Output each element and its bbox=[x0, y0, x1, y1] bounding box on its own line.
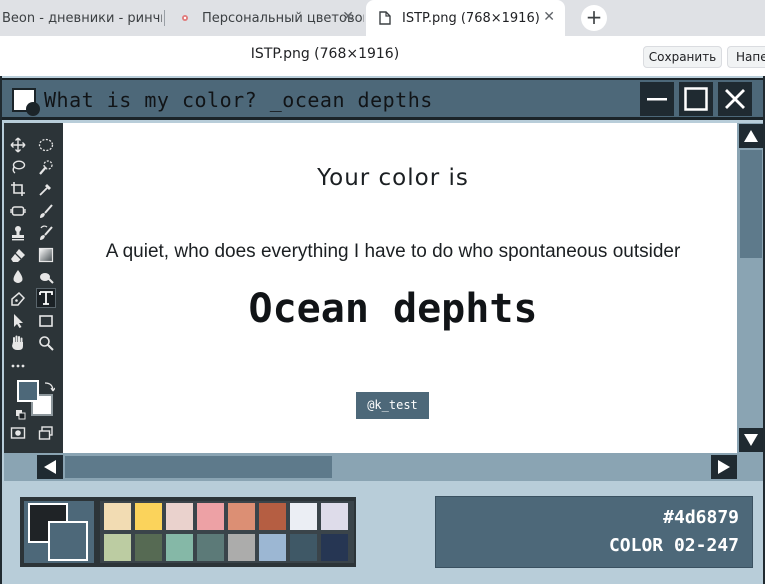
marquee-icon[interactable] bbox=[36, 135, 56, 155]
result-heading: Your color is bbox=[317, 165, 469, 191]
palette-swatch[interactable] bbox=[259, 534, 286, 561]
palette-swatch[interactable] bbox=[166, 534, 193, 561]
maximize-button[interactable] bbox=[679, 82, 713, 116]
minimize-icon bbox=[647, 98, 667, 101]
palette-swatch[interactable] bbox=[321, 534, 348, 561]
palette-swatch[interactable] bbox=[290, 503, 317, 530]
palette-swatch[interactable] bbox=[228, 503, 255, 530]
palette-swatch[interactable] bbox=[228, 534, 255, 561]
hand-icon[interactable] bbox=[8, 333, 28, 353]
triangle-up-icon bbox=[744, 130, 758, 142]
palette-swatch[interactable] bbox=[290, 534, 317, 561]
quick-select-icon[interactable] bbox=[36, 157, 56, 177]
triangle-down-icon bbox=[744, 434, 758, 446]
image-file-title: ISTP.png (768×1916) bbox=[250, 46, 400, 62]
site-favicon-icon bbox=[178, 11, 192, 25]
tab-title: Beon - дневники - ринчик bbox=[2, 10, 162, 26]
close-icon[interactable]: ✕ bbox=[543, 9, 555, 25]
personality-description: A quiet, who does everything I have to d… bbox=[105, 241, 681, 262]
frame-icon[interactable] bbox=[8, 201, 28, 221]
background-swatch[interactable] bbox=[48, 521, 88, 561]
save-button[interactable]: Сохранить bbox=[643, 46, 722, 68]
palette-swatch[interactable] bbox=[321, 503, 348, 530]
path-select-icon[interactable] bbox=[8, 311, 28, 331]
triangle-right-icon bbox=[718, 460, 730, 474]
palette-swatch[interactable] bbox=[166, 503, 193, 530]
crop-icon[interactable] bbox=[8, 179, 28, 199]
gradient-icon[interactable] bbox=[36, 245, 56, 265]
document-icon bbox=[12, 88, 40, 116]
tab-personal-color[interactable]: Персональный цветовой т ✕ bbox=[166, 0, 364, 36]
brush-icon[interactable] bbox=[36, 201, 56, 221]
scroll-up-button[interactable] bbox=[739, 124, 763, 148]
palette-swatch[interactable] bbox=[135, 503, 162, 530]
palette-swatch[interactable] bbox=[197, 534, 224, 561]
blur-icon[interactable] bbox=[8, 267, 28, 287]
zoom-icon[interactable] bbox=[36, 333, 56, 353]
palette-swatch[interactable] bbox=[104, 503, 131, 530]
close-button[interactable] bbox=[718, 82, 752, 116]
horizontal-scroll-thumb[interactable] bbox=[65, 456, 332, 478]
close-icon bbox=[725, 89, 745, 109]
more-tools-icon[interactable] bbox=[8, 355, 28, 375]
color-code: COLOR 02-247 bbox=[608, 535, 739, 556]
type-tool-icon[interactable] bbox=[36, 288, 56, 308]
palette-swatch[interactable] bbox=[135, 534, 162, 561]
move-tool-icon[interactable] bbox=[8, 135, 28, 155]
hex-code: #4d6879 bbox=[663, 507, 739, 528]
eyedropper-icon[interactable] bbox=[36, 179, 56, 199]
tab-beon[interactable]: Beon - дневники - ринчик bbox=[0, 0, 162, 36]
print-button[interactable]: Напе bbox=[727, 46, 765, 68]
tab-title: ISTP.png (768×1916) bbox=[402, 10, 540, 26]
tab-separator bbox=[164, 10, 165, 26]
scroll-down-button[interactable] bbox=[739, 428, 763, 452]
palette-swatch[interactable] bbox=[197, 503, 224, 530]
close-icon[interactable]: ✕ bbox=[342, 9, 354, 25]
tab-istp-image[interactable]: ISTP.png (768×1916) ✕ bbox=[366, 0, 565, 36]
scroll-left-button[interactable] bbox=[37, 455, 63, 479]
author-tag: @k_test bbox=[356, 392, 429, 419]
vertical-scroll-thumb[interactable] bbox=[740, 150, 762, 258]
eraser-icon[interactable] bbox=[8, 245, 28, 265]
palette-swatch[interactable] bbox=[104, 534, 131, 561]
swap-colors-icon[interactable] bbox=[43, 378, 56, 392]
window-title: What is my color? _ocean depths bbox=[44, 88, 433, 112]
palette-swatch[interactable] bbox=[259, 503, 286, 530]
minimize-button[interactable] bbox=[640, 82, 674, 116]
lasso-icon[interactable] bbox=[8, 157, 28, 177]
dodge-icon[interactable] bbox=[36, 267, 56, 287]
maximize-icon bbox=[684, 87, 708, 111]
history-brush-icon[interactable] bbox=[36, 223, 56, 243]
triangle-left-icon bbox=[44, 460, 56, 474]
stamp-icon[interactable] bbox=[8, 223, 28, 243]
color-name: Ocean dephts bbox=[248, 286, 538, 332]
foreground-color-chip-front[interactable] bbox=[17, 380, 39, 402]
plus-icon[interactable]: + bbox=[581, 5, 607, 31]
scroll-right-button[interactable] bbox=[711, 455, 737, 479]
screen-mode-icon[interactable] bbox=[36, 423, 56, 443]
file-icon bbox=[378, 11, 392, 25]
tab-title: Персональный цветовой т bbox=[202, 10, 364, 26]
default-colors-icon[interactable] bbox=[15, 406, 27, 420]
quick-mask-icon[interactable] bbox=[8, 423, 28, 443]
pen-icon[interactable] bbox=[8, 289, 28, 309]
rectangle-icon[interactable] bbox=[36, 311, 56, 331]
